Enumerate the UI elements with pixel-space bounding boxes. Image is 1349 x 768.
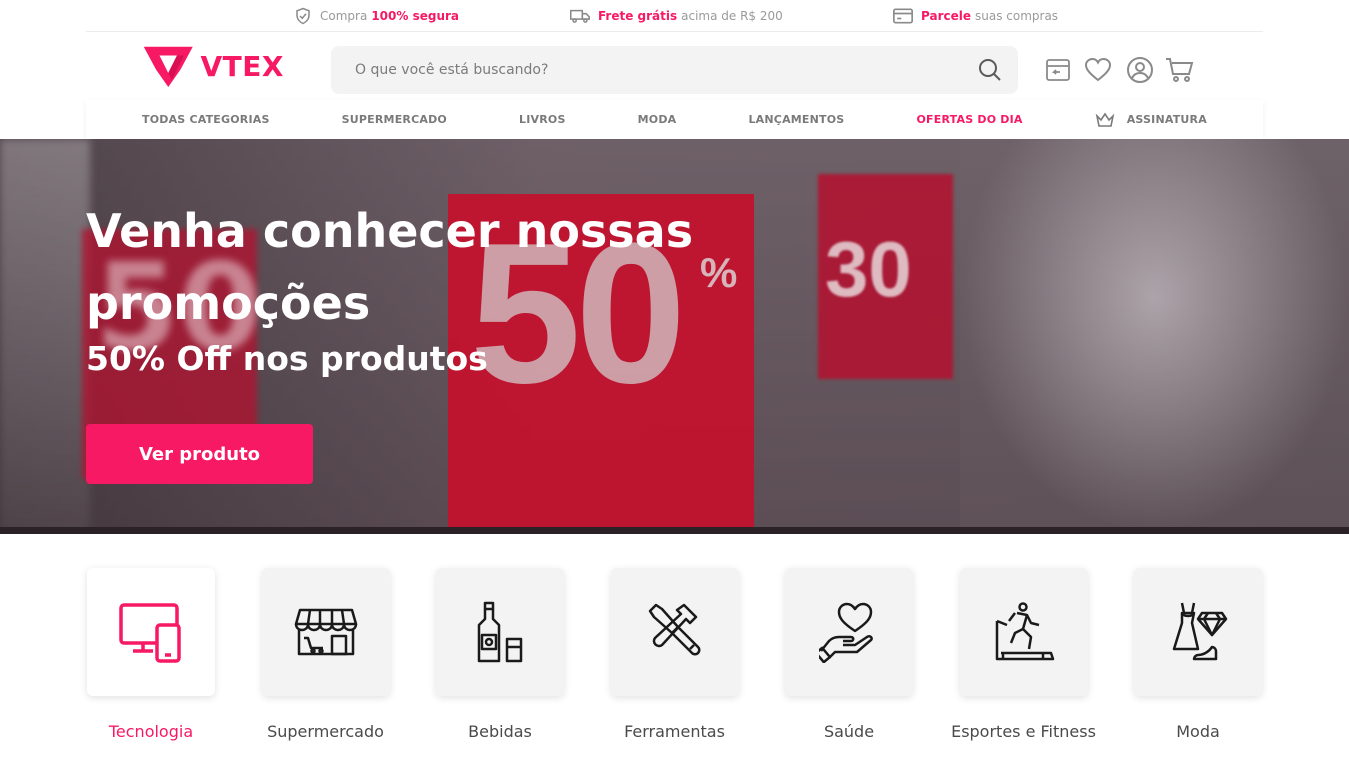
nav-item-assinatura-label: ASSINATURA (1126, 113, 1207, 126)
secure-purchase-info: Compra 100% segura (294, 7, 463, 25)
category-supermercado[interactable]: Supermercado (261, 568, 391, 758)
main-nav: TODAS CATEGORIAS SUPERMERCADO LIVROS MOD… (86, 100, 1263, 139)
header-actions (1040, 52, 1202, 88)
hero-subtitle: 50% Off nos produtos (86, 339, 488, 378)
hero-bg-sign-right-graphic: 30 (825, 225, 912, 313)
logo-text: VTEX (200, 49, 284, 83)
nav-item-ofertas-do-dia[interactable]: OFERTAS DO DIA (917, 113, 1023, 126)
category-tile (959, 568, 1088, 696)
devices-icon (119, 603, 181, 663)
hero-title: Venha conhecer nossas promoções (86, 204, 694, 330)
category-ferramentas[interactable]: Ferramentas (610, 568, 740, 758)
category-esportes-e-fitness[interactable]: Esportes e Fitness (951, 568, 1096, 758)
top-info-bar: Compra 100% segura Frete grátis acima de… (86, 0, 1263, 32)
category-tile (436, 568, 564, 696)
vtex-logo-mark (143, 46, 193, 88)
ver-produto-button[interactable]: Ver produto (86, 424, 313, 484)
user-icon (1127, 57, 1153, 83)
category-tile (1134, 568, 1262, 696)
nav-item-assinatura[interactable]: ASSINATURA (1095, 112, 1207, 128)
store-button[interactable] (1040, 52, 1076, 88)
store-icon (1046, 59, 1070, 81)
shield-check-icon (296, 7, 310, 25)
free-shipping-info: Frete grátis acima de R$ 200 (570, 8, 783, 24)
truck-icon (570, 9, 590, 23)
treadmill-icon (995, 602, 1054, 661)
hero-bg-haze (0, 139, 90, 534)
category-label: Bebidas (468, 722, 532, 741)
category-label: Saúde (823, 722, 875, 741)
category-tecnologia[interactable]: Tecnologia (86, 568, 216, 758)
cart-icon (1166, 58, 1194, 82)
category-label: Esportes e Fitness (951, 722, 1096, 741)
search-button[interactable] (962, 46, 1018, 94)
vtex-logo[interactable]: VTEX (142, 40, 284, 92)
category-tile (785, 568, 913, 696)
category-label: Moda (1176, 722, 1220, 741)
search-bar (331, 46, 1018, 94)
nav-item-moda[interactable]: MODA (638, 113, 677, 126)
header: VTEX (0, 32, 1349, 100)
category-moda[interactable]: Moda (1133, 568, 1263, 758)
category-saude[interactable]: Saúde (784, 568, 914, 758)
category-tile (261, 568, 390, 696)
category-bebidas[interactable]: Bebidas (435, 568, 565, 758)
credit-card-icon (893, 8, 913, 24)
storefront-icon (294, 608, 357, 656)
category-shelf: Tecnologia Supermercado Bebidas Ferramen… (86, 568, 1263, 758)
bottle-icon (477, 601, 523, 663)
crown-icon (1095, 112, 1114, 127)
installments-info: Parcele suas compras (893, 8, 1058, 24)
nav-item-todas-categorias[interactable]: TODAS CATEGORIAS (142, 113, 270, 126)
category-label: Tecnologia (108, 722, 194, 741)
cart-button[interactable] (1162, 52, 1198, 88)
category-label: Ferramentas (624, 722, 725, 741)
nav-item-lancamentos[interactable]: LANÇAMENTOS (748, 113, 844, 126)
nav-item-supermercado[interactable]: SUPERMERCADO (342, 113, 447, 126)
search-icon (979, 59, 1001, 81)
heart-icon (1084, 57, 1112, 82)
dress-diamond-icon (1172, 602, 1228, 661)
category-tile (87, 568, 215, 696)
hero-bg-highlight (960, 139, 1349, 534)
nav-item-livros[interactable]: LIVROS (519, 113, 566, 126)
tools-icon (648, 603, 700, 656)
account-button[interactable] (1122, 52, 1158, 88)
category-tile (610, 568, 739, 696)
hero-banner: 50 50 % 30 Venha conhecer nossas promoçõ… (0, 139, 1349, 534)
wishlist-button[interactable] (1080, 52, 1116, 88)
search-input[interactable] (331, 46, 962, 94)
hand-heart-icon (819, 602, 873, 663)
hero-bottom-edge (0, 527, 1349, 534)
category-label: Supermercado (267, 722, 384, 741)
